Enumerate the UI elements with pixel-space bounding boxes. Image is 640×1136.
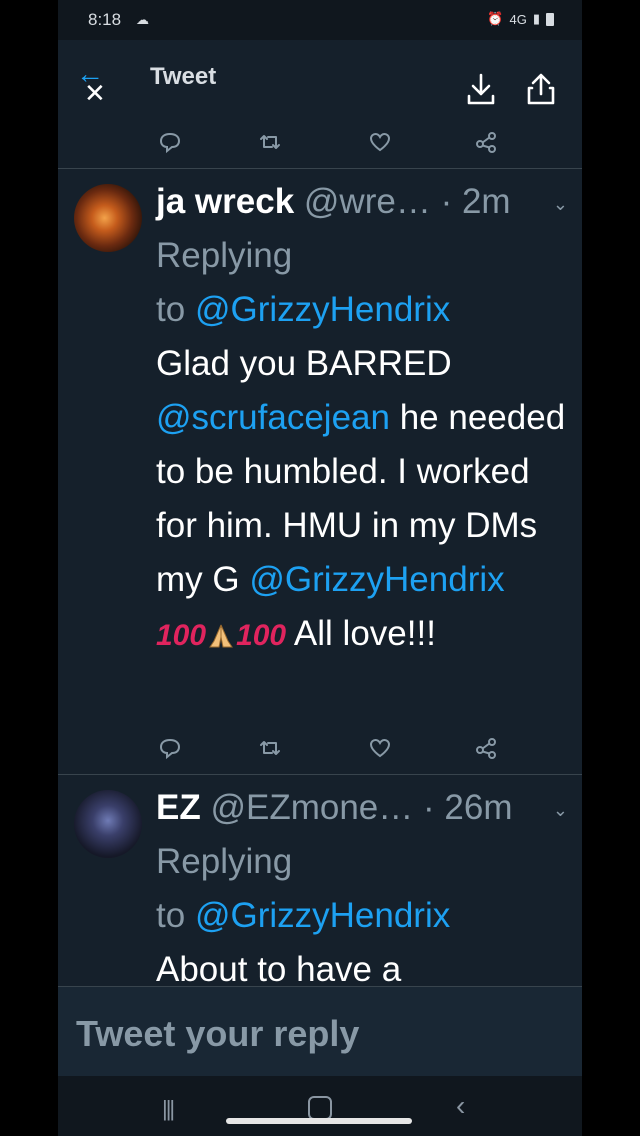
- share-icon[interactable]: [526, 72, 556, 106]
- user-handle[interactable]: @wre…: [304, 182, 431, 221]
- like-icon[interactable]: [368, 736, 392, 760]
- replying-label: Replying: [156, 842, 293, 881]
- status-indicators: ⏰ 4G ▮: [487, 11, 554, 27]
- tweet-header: EZ @EZmone… · 26m: [156, 781, 566, 835]
- tweet-text-part-3: All love!!!: [293, 614, 436, 653]
- notification-icon: ☁: [136, 12, 149, 27]
- user-handle[interactable]: @EZmone…: [210, 788, 413, 827]
- signal-icon: ▮: [532, 11, 540, 26]
- tweet-actions-bar: [58, 120, 582, 164]
- hundred-emoji-icon: 100: [236, 619, 287, 652]
- battery-icon: [546, 12, 554, 26]
- alarm-icon: ⏰: [487, 11, 504, 26]
- tweet-time: · 2m: [440, 182, 511, 221]
- tweet-content: EZ @EZmone… · 26m Replying to @GrizzyHen…: [156, 781, 566, 997]
- hundred-emoji-icon: 100: [156, 619, 207, 652]
- divider: [58, 168, 582, 169]
- replying-to-word: to: [156, 896, 186, 935]
- reply-input[interactable]: [74, 1009, 558, 1059]
- tweet-header: ja wreck @wre… · 2m: [156, 175, 566, 229]
- status-bar: 8:18 ☁ ⏰ 4G ▮: [58, 0, 582, 40]
- tweet-text: Glad you BARRED @scrufacejean he needed …: [156, 337, 566, 663]
- download-icon[interactable]: [466, 72, 496, 106]
- close-icon[interactable]: ✕: [84, 80, 106, 106]
- tweet-content: ja wreck @wre… · 2m Replying to @GrizzyH…: [156, 175, 566, 663]
- mention-link[interactable]: @scrufacejean: [156, 398, 390, 437]
- recent-apps-icon[interactable]: |||: [162, 1096, 175, 1122]
- app-bar: ← ✕ Tweet: [58, 40, 582, 116]
- retweet-icon[interactable]: [258, 130, 282, 154]
- like-icon[interactable]: [368, 130, 392, 154]
- home-indicator[interactable]: [226, 1118, 412, 1124]
- retweet-icon[interactable]: [258, 736, 282, 760]
- avatar[interactable]: [74, 184, 142, 252]
- tweet-screen: 8:18 ☁ ⏰ 4G ▮ ← ✕ Tweet ⌄ ja wreck @wre……: [58, 0, 582, 1136]
- divider: [58, 774, 582, 775]
- reply-composer: [58, 986, 582, 1077]
- praying-hands-emoji-icon: [206, 623, 236, 649]
- status-time: 8:18: [88, 10, 122, 29]
- tweet-actions-bar: [58, 726, 582, 770]
- replying-to-word: to: [156, 290, 186, 329]
- reply-icon[interactable]: [158, 736, 182, 760]
- share-tweet-icon[interactable]: [474, 130, 498, 154]
- system-nav-bar: ||| ‹: [58, 1076, 582, 1136]
- display-name[interactable]: EZ: [156, 788, 201, 827]
- replying-label: Replying: [156, 236, 293, 275]
- tweet-text-part-1: Glad you BARRED: [156, 344, 452, 383]
- tweet-time: · 26m: [423, 788, 513, 827]
- mention-link[interactable]: @GrizzyHendrix: [249, 560, 504, 599]
- reply-icon[interactable]: [158, 130, 182, 154]
- page-title: Tweet: [150, 63, 217, 90]
- share-tweet-icon[interactable]: [474, 736, 498, 760]
- replying-to-link[interactable]: @GrizzyHendrix: [195, 290, 450, 329]
- home-icon[interactable]: [308, 1096, 332, 1120]
- back-chevron-icon[interactable]: ‹: [456, 1090, 465, 1122]
- replying-to-link[interactable]: @GrizzyHendrix: [195, 896, 450, 935]
- display-name[interactable]: ja wreck: [156, 182, 294, 221]
- avatar[interactable]: [74, 790, 142, 858]
- network-label: 4G: [509, 11, 527, 27]
